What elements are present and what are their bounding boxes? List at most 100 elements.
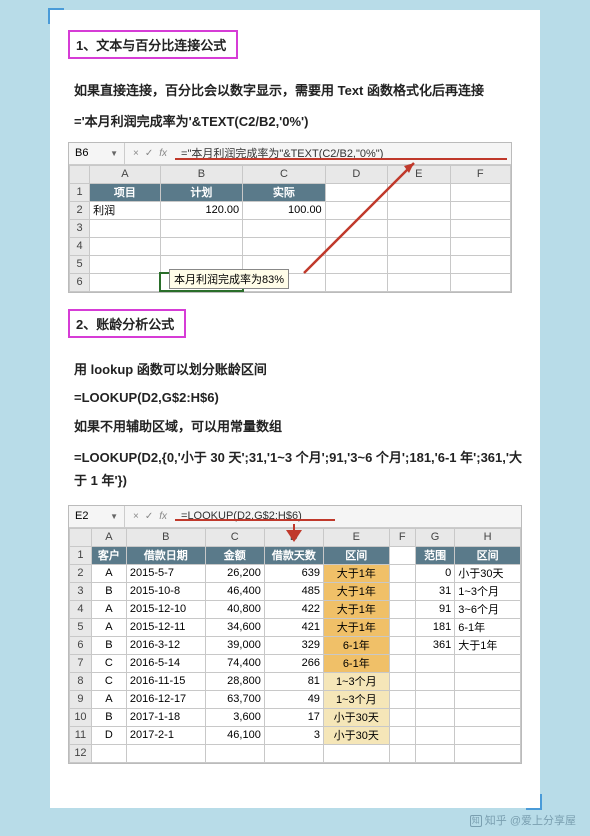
cell[interactable]: B [91, 582, 126, 600]
cell[interactable]: 421 [264, 618, 323, 636]
cell[interactable]: 63,700 [205, 690, 264, 708]
cell[interactable]: 3 [264, 726, 323, 744]
cell[interactable] [415, 672, 454, 690]
cell[interactable]: 49 [264, 690, 323, 708]
cell[interactable]: 639 [264, 564, 323, 582]
table-row[interactable]: 5A2015-12-1134,600421大于1年1816-1年 [70, 618, 521, 636]
cell[interactable]: 181 [415, 618, 454, 636]
cell[interactable]: A [91, 564, 126, 582]
cell[interactable]: 3~6个月 [455, 600, 521, 618]
cell[interactable]: 大于1年 [323, 618, 389, 636]
cell[interactable]: A [91, 600, 126, 618]
cell[interactable]: 2015-12-10 [126, 600, 205, 618]
cell[interactable]: 91 [415, 600, 454, 618]
cell[interactable] [389, 582, 415, 600]
cell[interactable] [455, 708, 521, 726]
excel2-namebox[interactable]: E2▼ [69, 506, 125, 527]
cell[interactable]: 计划 [160, 183, 243, 201]
table-row[interactable]: 3B2015-10-846,400485大于1年311~3个月 [70, 582, 521, 600]
cell[interactable]: 17 [264, 708, 323, 726]
cell[interactable]: 6-1年 [323, 654, 389, 672]
cell[interactable]: A [91, 618, 126, 636]
cell[interactable]: 1~3个月 [323, 690, 389, 708]
cell[interactable] [455, 726, 521, 744]
cell[interactable]: 81 [264, 672, 323, 690]
cell[interactable]: 2015-10-8 [126, 582, 205, 600]
cell[interactable]: 6-1年 [455, 618, 521, 636]
cell[interactable]: 2016-3-12 [126, 636, 205, 654]
cell[interactable]: 329 [264, 636, 323, 654]
cell[interactable]: 2016-11-15 [126, 672, 205, 690]
cell[interactable]: 34,600 [205, 618, 264, 636]
cell[interactable]: 100.00 [243, 201, 326, 219]
cell[interactable] [455, 654, 521, 672]
cell[interactable]: 31 [415, 582, 454, 600]
table-row[interactable]: 2A2015-5-726,200639大于1年0小于30天 [70, 564, 521, 582]
cell[interactable]: 266 [264, 654, 323, 672]
table-row[interactable]: 9A2016-12-1763,700491~3个月 [70, 690, 521, 708]
cell[interactable]: 1~3个月 [455, 582, 521, 600]
excel1-fx-input[interactable]: ="本月利润完成率为"&TEXT(C2/B2,"0%") [175, 145, 511, 161]
cell[interactable]: 28,800 [205, 672, 264, 690]
table-row[interactable]: 7C2016-5-1474,4002666-1年 [70, 654, 521, 672]
cell[interactable] [415, 726, 454, 744]
cell[interactable]: 2015-5-7 [126, 564, 205, 582]
cell[interactable] [415, 708, 454, 726]
cell[interactable]: 大于1年 [323, 582, 389, 600]
cell[interactable]: 2015-12-11 [126, 618, 205, 636]
cell[interactable]: B [91, 708, 126, 726]
cell[interactable]: 项目 [90, 183, 160, 201]
cell[interactable]: 小于30天 [323, 708, 389, 726]
cell[interactable]: 大于1年 [455, 636, 521, 654]
cell[interactable]: D [91, 726, 126, 744]
cell[interactable] [455, 672, 521, 690]
table-row[interactable]: 6B2016-3-1239,0003296-1年361大于1年 [70, 636, 521, 654]
table-row[interactable]: 8C2016-11-1528,800811~3个月 [70, 672, 521, 690]
cell[interactable]: 74,400 [205, 654, 264, 672]
cell[interactable]: C [91, 654, 126, 672]
cell[interactable]: 2017-2-1 [126, 726, 205, 744]
cell[interactable] [389, 654, 415, 672]
cell[interactable] [415, 654, 454, 672]
cell[interactable] [389, 618, 415, 636]
cell[interactable]: 大于1年 [323, 564, 389, 582]
cell[interactable]: 1~3个月 [323, 672, 389, 690]
cell[interactable]: 46,100 [205, 726, 264, 744]
cell[interactable]: 2016-5-14 [126, 654, 205, 672]
cell[interactable]: 大于1年 [323, 600, 389, 618]
cell[interactable] [389, 726, 415, 744]
cell[interactable]: 485 [264, 582, 323, 600]
table-row[interactable]: 11D2017-2-146,1003小于30天 [70, 726, 521, 744]
cell[interactable]: 120.00 [160, 201, 243, 219]
cell[interactable] [415, 690, 454, 708]
cell[interactable]: 2017-1-18 [126, 708, 205, 726]
cell[interactable]: 0 [415, 564, 454, 582]
cell[interactable]: 3,600 [205, 708, 264, 726]
cell[interactable]: 39,000 [205, 636, 264, 654]
cell[interactable] [389, 708, 415, 726]
cell[interactable]: 6-1年 [323, 636, 389, 654]
table-row[interactable]: 4A2015-12-1040,800422大于1年913~6个月 [70, 600, 521, 618]
excel1-namebox[interactable]: B6▼ [69, 143, 125, 164]
cell[interactable]: 利润 [90, 201, 160, 219]
excel2-grid[interactable]: ABCDEFGH 1客户借款日期金额借款天数区间范围区间 2A2015-5-72… [69, 528, 521, 763]
excel2-fx-input[interactable]: =LOOKUP(D2,G$2:H$6) [175, 510, 521, 522]
cell[interactable]: 40,800 [205, 600, 264, 618]
cell[interactable]: 小于30天 [455, 564, 521, 582]
cell[interactable]: B [91, 636, 126, 654]
cell[interactable]: C [91, 672, 126, 690]
cell[interactable]: 小于30天 [323, 726, 389, 744]
cell[interactable]: 361 [415, 636, 454, 654]
table-row[interactable]: 10B2017-1-183,60017小于30天 [70, 708, 521, 726]
cell[interactable]: 422 [264, 600, 323, 618]
cell[interactable]: A [91, 690, 126, 708]
cell[interactable]: 实际 [243, 183, 326, 201]
cell[interactable] [389, 672, 415, 690]
cell[interactable] [455, 690, 521, 708]
cell[interactable] [389, 600, 415, 618]
cell[interactable] [389, 636, 415, 654]
cell[interactable]: 2016-12-17 [126, 690, 205, 708]
cell[interactable] [389, 690, 415, 708]
cell[interactable]: 46,400 [205, 582, 264, 600]
cell[interactable] [389, 564, 415, 582]
